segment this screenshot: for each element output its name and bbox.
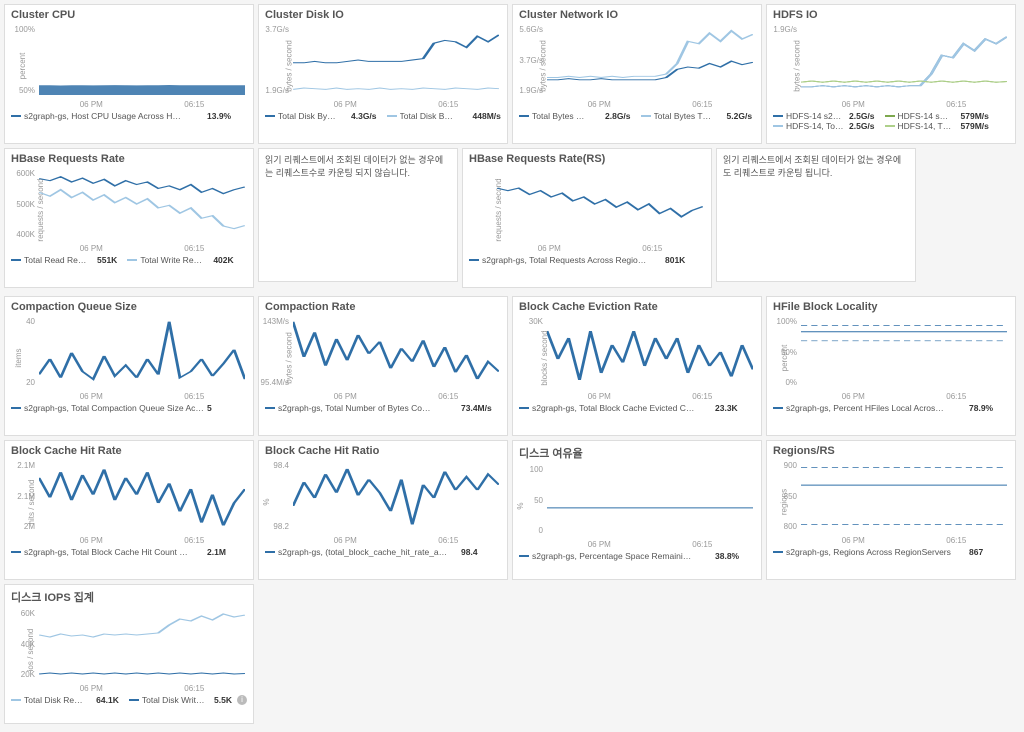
y-ticks: 5.6G/s3.7G/s1.9G/s: [519, 25, 545, 95]
chart-legend: s2graph-gs, Host CPU Usage Across H…13.9…: [11, 111, 247, 121]
chart-panel-regions-rs[interactable]: Regions/RS regions 900850800 06 PM06:15 …: [766, 440, 1016, 580]
chart-title: 디스크 IOPS 집계: [11, 589, 247, 605]
chart-panel-block-hit-ratio[interactable]: Block Cache Hit Ratio % 98.498.2 06 PM06…: [258, 440, 508, 580]
chart-panel-disk-free[interactable]: 디스크 여유율 % 100500 06 PM06:15 s2graph-gs, …: [512, 440, 762, 580]
chart-title: Regions/RS: [773, 445, 1009, 457]
chart-legend: s2graph-gs, Percent HFiles Local Acros…7…: [773, 403, 1009, 413]
chart-title: HDFS IO: [773, 9, 1009, 21]
chart-title: HBase Requests Rate: [11, 153, 247, 165]
x-ticks: 06 PM06:15: [547, 392, 753, 401]
y-ticks: 30K: [519, 317, 545, 387]
chart-title: Cluster CPU: [11, 9, 247, 21]
chart-legend: Total Disk Re…64.1K Total Disk Writ…5.5K…: [11, 695, 247, 705]
x-ticks: 06 PM06:15: [39, 684, 245, 693]
chart-panel-compaction-queue[interactable]: Compaction Queue Size items 4020 06 PM06…: [4, 296, 254, 436]
chart-area[interactable]: requests / second 600K500K400K 06 PM06:1…: [11, 167, 247, 253]
chart-title: Compaction Rate: [265, 301, 501, 313]
y-ticks: 900850800: [773, 461, 799, 531]
y-ticks: 100%50%: [11, 25, 37, 95]
x-ticks: 06 PM06:15: [39, 536, 245, 545]
chart-legend: s2graph-gs, Regions Across RegionServers…: [773, 547, 1009, 557]
y-ticks: 4020: [11, 317, 37, 387]
chart-area[interactable]: items 4020 06 PM06:15: [11, 315, 247, 401]
y-ticks: 143M/s95.4M/s: [265, 317, 291, 387]
chart-legend: s2graph-gs, Total Requests Across Regio……: [469, 255, 705, 265]
x-ticks: 06 PM06:15: [293, 392, 499, 401]
x-ticks: 06 PM06:15: [497, 244, 703, 253]
chart-legend: s2graph-gs, Total Number of Bytes Co…73.…: [265, 403, 501, 413]
chart-title: Block Cache Hit Ratio: [265, 445, 501, 457]
chart-title: Block Cache Hit Rate: [11, 445, 247, 457]
chart-area[interactable]: ios / second 60K40K20K 06 PM06:15: [11, 607, 247, 693]
chart-legend: s2graph-gs, Total Compaction Queue Size …: [11, 403, 247, 413]
chart-title: Cluster Network IO: [519, 9, 755, 21]
panel-note-group: HBase Requests Rate requests / second 60…: [4, 148, 458, 288]
x-ticks: 06 PM06:15: [547, 540, 753, 549]
x-ticks: 06 PM06:15: [39, 100, 245, 109]
chart-legend: Total Bytes …2.8G/s Total Bytes T…5.2G/s: [519, 111, 755, 121]
chart-panel-hdfs-io[interactable]: HDFS IO bytes / second 1.9G/s 06 PM06:15…: [766, 4, 1016, 144]
chart-area[interactable]: bytes / second 143M/s95.4M/s 06 PM06:15: [265, 315, 501, 401]
x-ticks: 06 PM06:15: [801, 536, 1007, 545]
x-ticks: 06 PM06:15: [293, 536, 499, 545]
y-ticks: 100500: [519, 465, 545, 535]
chart-panel-hfile-locality[interactable]: HFile Block Locality percent 100%50%0% 0…: [766, 296, 1016, 436]
chart-area[interactable]: bytes / second 1.9G/s 06 PM06:15: [773, 23, 1009, 109]
chart-panel-block-hit-rate[interactable]: Block Cache Hit Rate hits / second 2.1M2…: [4, 440, 254, 580]
x-ticks: 06 PM06:15: [39, 392, 245, 401]
y-ticks: 100%50%0%: [773, 317, 799, 387]
y-ticks: 600K500K400K: [11, 169, 37, 239]
chart-legend: HDFS-14 s2…2.5G/sHDFS-14 s…579M/sHDFS-14…: [773, 111, 1009, 131]
chart-legend: Total Read Re…551K Total Write Re…402K: [11, 255, 247, 265]
chart-panel-block-evict[interactable]: Block Cache Eviction Rate blocks / secon…: [512, 296, 762, 436]
chart-area[interactable]: blocks / second 30K 06 PM06:15: [519, 315, 755, 401]
chart-title: Cluster Disk IO: [265, 9, 501, 21]
chart-panel-hbase-req-rate[interactable]: HBase Requests Rate requests / second 60…: [4, 148, 254, 288]
chart-area[interactable]: % 98.498.2 06 PM06:15: [265, 459, 501, 545]
x-ticks: 06 PM06:15: [39, 244, 245, 253]
chart-legend: s2graph-gs, Total Block Cache Evicted C……: [519, 403, 755, 413]
chart-area[interactable]: percent 100%50%0% 06 PM06:15: [773, 315, 1009, 401]
x-ticks: 06 PM06:15: [801, 100, 1007, 109]
x-ticks: 06 PM06:15: [547, 100, 753, 109]
chart-title: 디스크 여유율: [519, 445, 755, 461]
chart-area[interactable]: % 100500 06 PM06:15: [519, 463, 755, 549]
chart-note: 읽기 리퀘스트에서 조회된 데이터가 없는 경우에는 리퀘스트수로 카운팅 되지…: [258, 148, 458, 282]
chart-area[interactable]: bytes / second 5.6G/s3.7G/s1.9G/s 06 PM0…: [519, 23, 755, 109]
chart-panel-compaction-rate[interactable]: Compaction Rate bytes / second 143M/s95.…: [258, 296, 508, 436]
chart-panel-hbase-req-rate-rs[interactable]: HBase Requests Rate(RS) requests / secon…: [462, 148, 712, 288]
chart-area[interactable]: hits / second 2.1M2.1M2M 06 PM06:15: [11, 459, 247, 545]
chart-panel-cluster-disk-io[interactable]: Cluster Disk IO bytes / second 3.7G/s1.9…: [258, 4, 508, 144]
chart-title: HFile Block Locality: [773, 301, 1009, 313]
chart-panel-cluster-net-io[interactable]: Cluster Network IO bytes / second 5.6G/s…: [512, 4, 762, 144]
y-ticks: 2.1M2.1M2M: [11, 461, 37, 531]
chart-area[interactable]: regions 900850800 06 PM06:15: [773, 459, 1009, 545]
chart-area[interactable]: percent 100%50% 06 PM06:15: [11, 23, 247, 109]
x-ticks: 06 PM06:15: [801, 392, 1007, 401]
chart-legend: Total Disk By…4.3G/s Total Disk B…448M/s: [265, 111, 501, 121]
chart-legend: s2graph-gs, (total_block_cache_hit_rate_…: [265, 547, 501, 557]
y-ticks: 3.7G/s1.9G/s: [265, 25, 291, 95]
chart-title: HBase Requests Rate(RS): [469, 153, 705, 165]
chart-note: 읽기 리퀘스트에서 조회된 데이터가 없는 경우에도 리퀘스트로 카운팅 됩니다…: [716, 148, 916, 282]
chart-title: Compaction Queue Size: [11, 301, 247, 313]
y-ticks: 98.498.2: [265, 461, 291, 531]
chart-panel-disk-iops[interactable]: 디스크 IOPS 집계 ios / second 60K40K20K 06 PM…: [4, 584, 254, 724]
info-icon[interactable]: i: [237, 695, 247, 705]
x-ticks: 06 PM06:15: [293, 100, 499, 109]
chart-legend: s2graph-gs, Total Block Cache Hit Count …: [11, 547, 247, 557]
chart-legend: s2graph-gs, Percentage Space Remaini…38.…: [519, 551, 755, 561]
chart-panel-cluster-cpu[interactable]: Cluster CPU percent 100%50% 06 PM06:15 s…: [4, 4, 254, 144]
y-ticks: [469, 169, 495, 239]
chart-area[interactable]: requests / second 06 PM06:15: [469, 167, 705, 253]
y-ticks: 60K40K20K: [11, 609, 37, 679]
chart-area[interactable]: bytes / second 3.7G/s1.9G/s 06 PM06:15: [265, 23, 501, 109]
dashboard-grid: Cluster CPU percent 100%50% 06 PM06:15 s…: [4, 4, 1020, 724]
chart-title: Block Cache Eviction Rate: [519, 301, 755, 313]
y-ticks: 1.9G/s: [773, 25, 799, 95]
panel-note-group: HBase Requests Rate(RS) requests / secon…: [462, 148, 916, 288]
